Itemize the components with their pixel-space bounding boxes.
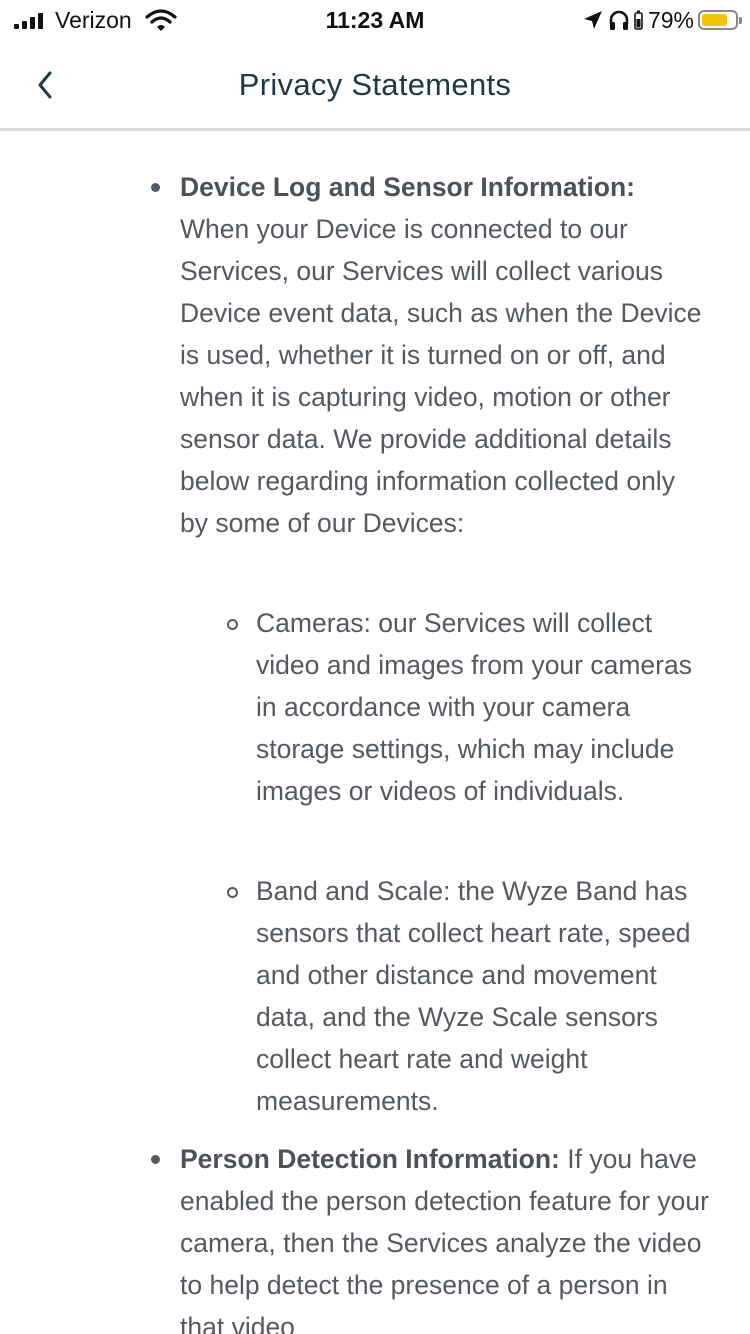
list-item-text: Person Detection Information: If you hav… xyxy=(180,1138,710,1334)
location-arrow-icon xyxy=(583,11,602,29)
battery-icon xyxy=(698,10,742,30)
list-item-text: Device Log and Sensor Information: When … xyxy=(180,166,710,544)
sublist-item-text: Band and Scale: the Wyze Band has sensor… xyxy=(256,876,691,1116)
list-item-heading: Person Detection Information: xyxy=(180,1144,560,1174)
navigation-bar: Privacy Statements xyxy=(0,40,750,131)
list-item-heading: Device Log and Sensor Information: xyxy=(180,172,635,202)
battery-fill xyxy=(702,14,727,26)
bullet-circle xyxy=(227,887,238,898)
list-item-body: When your Device is connected to our Ser… xyxy=(180,214,702,538)
battery-percent: 79% xyxy=(647,6,694,33)
status-bar: Verizon 11:23 AM 79% xyxy=(0,0,750,40)
bullet-circle xyxy=(227,619,238,630)
bullet-dot xyxy=(151,183,160,192)
headphone-battery-icon xyxy=(634,10,643,30)
page-title: Privacy Statements xyxy=(238,67,512,102)
bullet-dot xyxy=(151,1155,160,1164)
sublist-item-text: Cameras: our Services will collect video… xyxy=(256,608,692,806)
privacy-content: Device Log and Sensor Information: When … xyxy=(0,131,750,1334)
headphones-icon xyxy=(609,10,629,30)
